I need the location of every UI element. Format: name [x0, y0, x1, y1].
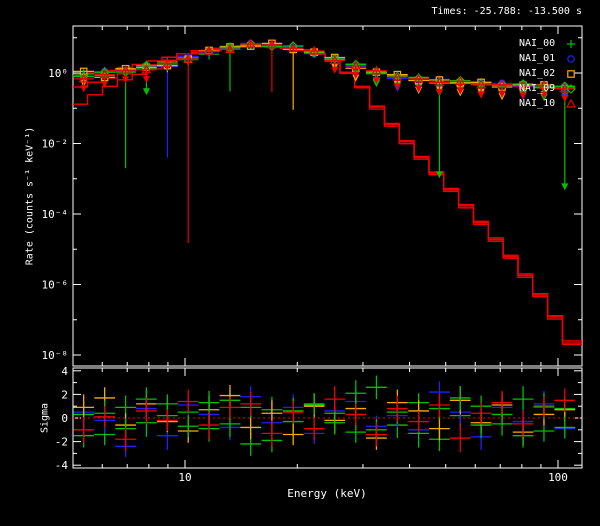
legend-item-nai10: NAI_10 — [519, 96, 579, 111]
svg-text:100: 100 — [548, 471, 568, 484]
legend-label: NAI_00 — [519, 38, 559, 49]
y-axis-label-rate: Rate (counts s⁻¹ keV⁻¹) — [25, 127, 36, 265]
legend-label: NAI_10 — [519, 98, 559, 109]
legend-item-nai09: NAI_09 — [519, 81, 579, 96]
svg-text:10⁰: 10⁰ — [48, 67, 68, 80]
legend-marker-circle-icon — [563, 52, 579, 66]
y-axis-label-sigma: Sigma — [40, 403, 51, 433]
legend: NAI_00 NAI_01 NAI_02 NAI_09 NAI_10 — [519, 36, 579, 111]
svg-text:10⁻⁸: 10⁻⁸ — [42, 349, 69, 362]
legend-marker-triangle-icon — [563, 97, 579, 111]
legend-label: NAI_02 — [519, 68, 559, 79]
svg-text:10⁻²: 10⁻² — [42, 138, 69, 151]
x-axis-label: Energy (keV) — [287, 487, 366, 500]
svg-text:-4: -4 — [55, 459, 69, 472]
spectral-fit-plot: 10 100 10⁰ 10⁻² 10⁻⁴ 10⁻⁶ 10⁻⁸ 4 2 0 -2 -4 Times: -… — [0, 0, 600, 526]
legend-marker-square-icon — [563, 67, 579, 81]
svg-text:10⁻⁴: 10⁻⁴ — [42, 208, 69, 221]
legend-label: NAI_01 — [519, 53, 559, 64]
legend-marker-diamond-icon — [563, 82, 579, 96]
svg-text:4: 4 — [61, 365, 68, 378]
svg-text:10⁻⁶: 10⁻⁶ — [42, 279, 69, 292]
svg-text:10: 10 — [178, 471, 191, 484]
legend-marker-plus-icon — [563, 37, 579, 51]
svg-text:0: 0 — [61, 412, 68, 425]
plot-title: Times: -25.788: -13.500 s — [431, 6, 582, 17]
legend-label: NAI_09 — [519, 83, 559, 94]
svg-text:-2: -2 — [55, 436, 68, 449]
svg-text:2: 2 — [61, 388, 68, 401]
legend-item-nai00: NAI_00 — [519, 36, 579, 51]
legend-item-nai02: NAI_02 — [519, 66, 579, 81]
legend-item-nai01: NAI_01 — [519, 51, 579, 66]
plot-canvas: 10 100 10⁰ 10⁻² 10⁻⁴ 10⁻⁶ 10⁻⁸ 4 2 0 -2 -4 — [0, 0, 600, 526]
